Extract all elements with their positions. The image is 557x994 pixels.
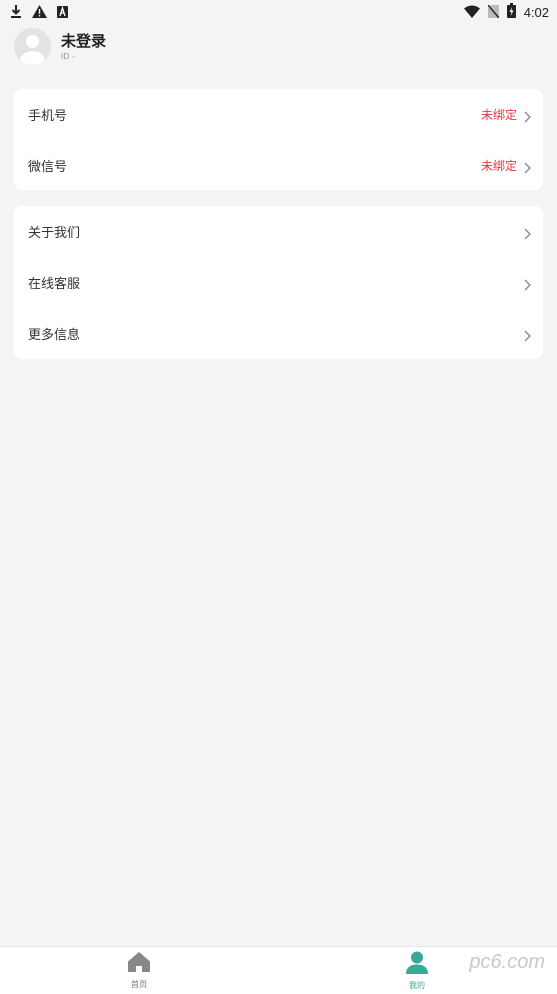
phone-label: 手机号 bbox=[28, 109, 68, 124]
online-service-label: 在线客服 bbox=[28, 277, 81, 292]
more-info-label: 更多信息 bbox=[28, 328, 81, 343]
chevron-right-icon bbox=[524, 276, 531, 295]
wechat-status: 未绑定 bbox=[480, 159, 517, 173]
warning-icon bbox=[32, 3, 47, 22]
watermark-logo: pc6.com bbox=[469, 951, 545, 973]
chevron-right-icon bbox=[524, 327, 531, 346]
status-bar: 4:02 bbox=[0, 0, 557, 24]
username[interactable]: 未登录 bbox=[61, 31, 106, 51]
profile-header[interactable]: 未登录 ID - bbox=[14, 28, 106, 65]
chevron-right-icon bbox=[524, 108, 531, 127]
tab-home-label: 首页 bbox=[131, 980, 147, 989]
more-info-row[interactable]: 更多信息 bbox=[14, 308, 543, 359]
wechat-label: 微信号 bbox=[28, 160, 68, 175]
chevron-right-icon bbox=[524, 159, 531, 178]
download-icon bbox=[10, 3, 22, 22]
no-sim-icon bbox=[487, 3, 500, 22]
battery-icon bbox=[506, 3, 516, 22]
wifi-icon bbox=[463, 3, 480, 22]
user-id: ID - bbox=[61, 52, 75, 61]
a-box-icon bbox=[57, 3, 68, 22]
person-icon bbox=[405, 951, 429, 978]
about-us-row[interactable]: 关于我们 bbox=[14, 206, 543, 257]
status-time: 4:02 bbox=[523, 5, 549, 20]
tab-mine[interactable]: 我的 bbox=[387, 951, 447, 991]
chevron-right-icon bbox=[524, 225, 531, 244]
wechat-row[interactable]: 微信号 未绑定 bbox=[14, 140, 543, 191]
about-us-label: 关于我们 bbox=[28, 226, 81, 241]
info-card: 关于我们 在线客服 更多信息 bbox=[14, 206, 543, 359]
avatar[interactable] bbox=[14, 28, 51, 65]
phone-row[interactable]: 手机号 未绑定 bbox=[14, 89, 543, 140]
online-service-row[interactable]: 在线客服 bbox=[14, 257, 543, 308]
home-icon bbox=[127, 951, 151, 977]
tab-mine-label: 我的 bbox=[409, 981, 425, 990]
phone-status: 未绑定 bbox=[480, 108, 517, 122]
tab-home[interactable]: 首页 bbox=[109, 951, 169, 990]
account-card: 手机号 未绑定 微信号 未绑定 bbox=[14, 89, 543, 190]
